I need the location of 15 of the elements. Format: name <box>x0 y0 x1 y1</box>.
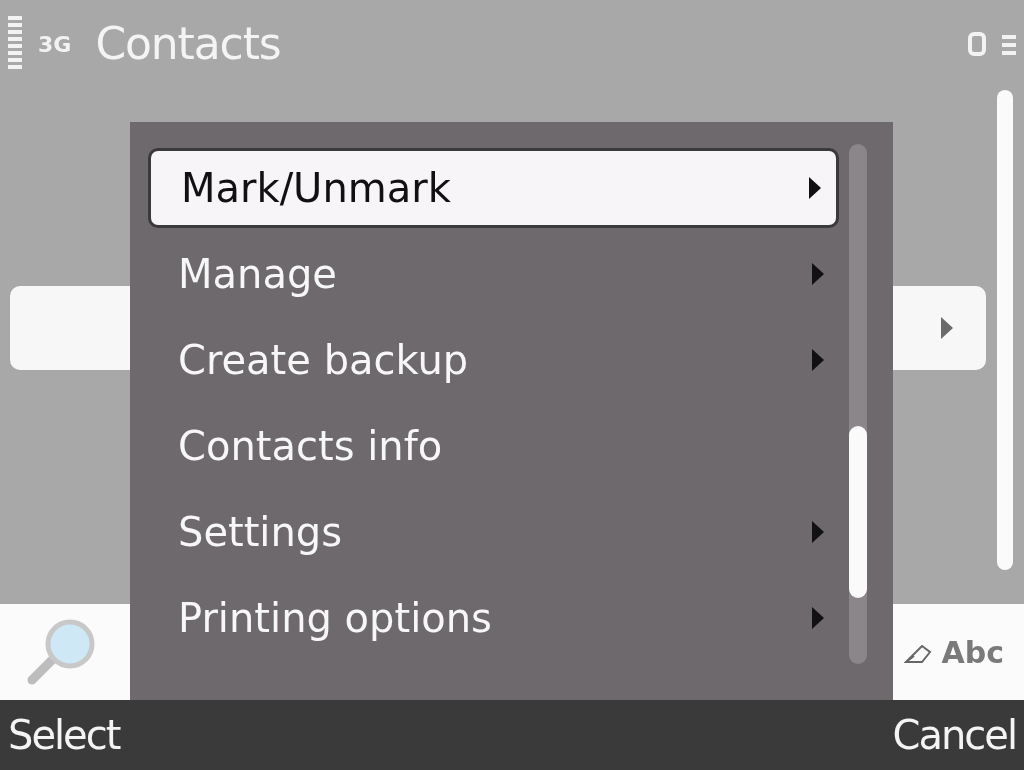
menu-item[interactable]: Manage <box>148 234 839 314</box>
submenu-arrow-icon <box>940 316 954 340</box>
battery-icon <box>968 32 986 56</box>
cancel-softkey[interactable]: Cancel <box>892 705 1016 765</box>
menu-scrollbar-thumb[interactable] <box>849 426 867 598</box>
select-softkey[interactable]: Select <box>8 705 120 765</box>
network-type: 3G <box>38 30 72 59</box>
menu-item[interactable]: Mark/Unmark <box>148 148 839 228</box>
scrollbar[interactable] <box>997 90 1013 570</box>
menu-item[interactable]: Printing options <box>148 578 839 658</box>
input-mode: Abc <box>941 633 1004 672</box>
menu-item[interactable]: Create backup <box>148 320 839 400</box>
window-title: Contacts <box>95 17 281 71</box>
menu-item[interactable]: Settings <box>148 492 839 572</box>
menu-item[interactable]: Contacts info <box>148 406 839 486</box>
